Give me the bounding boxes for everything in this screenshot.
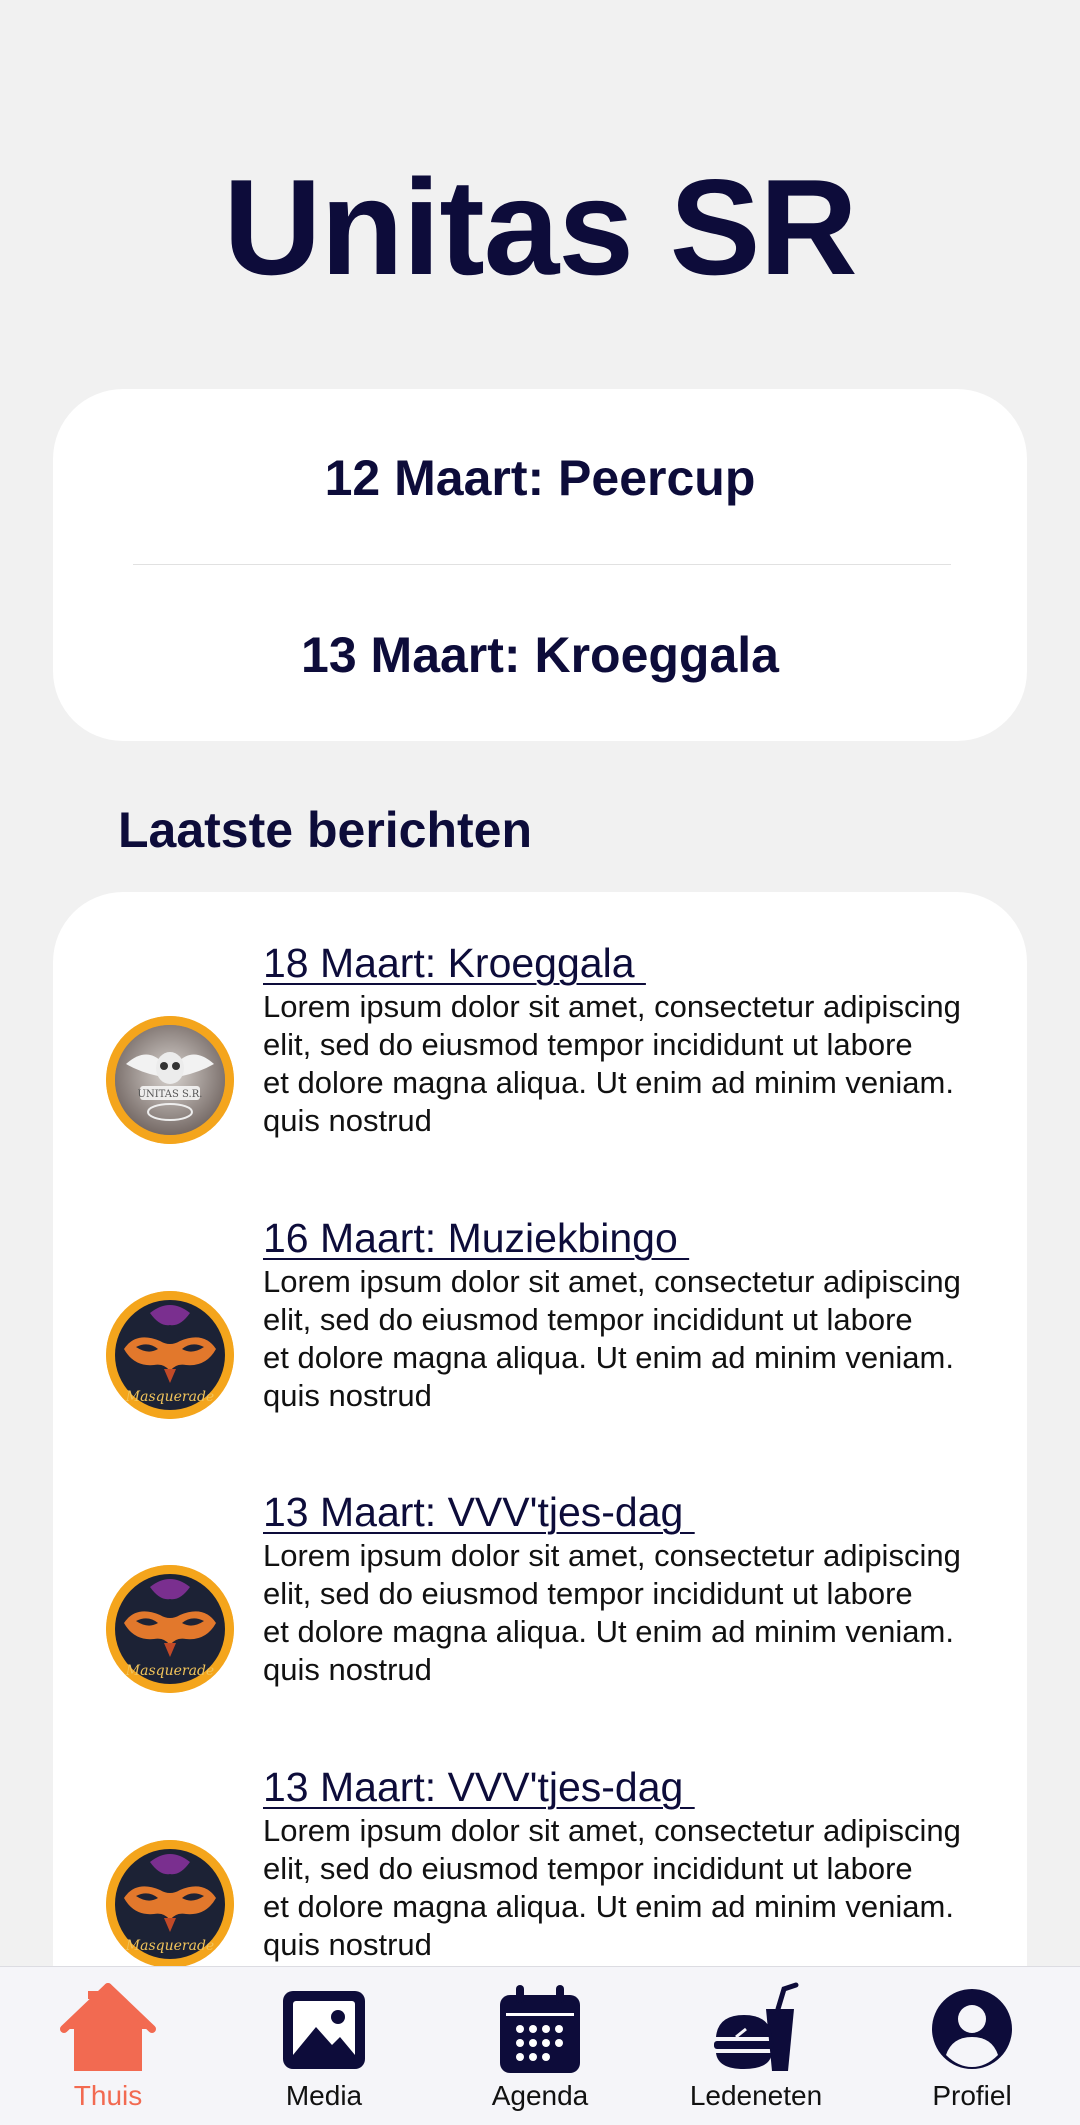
nav-label: Ledeneten (689, 2080, 823, 2111)
calendar-icon (500, 1985, 580, 2073)
nav-label: Agenda (491, 2080, 589, 2111)
fast-food-icon (714, 1982, 799, 2071)
news-item-text-line: et dolore magna aliqua. Ut enim ad minim… (263, 1614, 954, 1649)
nav-tab-ledeneten[interactable]: Ledeneten (648, 1967, 864, 2125)
nav-tab-thuis[interactable]: Thuis (0, 1967, 216, 2125)
nav-label: Profiel (932, 2080, 1012, 2111)
news-item-title[interactable]: 18 Maart: Kroeggala (263, 938, 646, 988)
news-item-title[interactable]: 16 Maart: Muziekbingo (263, 1213, 689, 1263)
divider (133, 564, 951, 565)
news-item-text-line: Lorem ipsum dolor sit amet, consectetur … (263, 1538, 961, 1573)
nav-tab-profiel[interactable]: Profiel (864, 1967, 1080, 2125)
nav-label: Thuis (73, 2080, 143, 2111)
news-item-text-line: et dolore magna aliqua. Ut enim ad minim… (263, 1889, 954, 1924)
svg-text:Masquerade: Masquerade (125, 1389, 214, 1405)
latest-posts-card: UNITAS S.R. 18 Maart: Kroeggala Lorem ip… (53, 892, 1027, 2125)
news-item-title[interactable]: 13 Maart: VVV'tjes-dag (263, 1487, 695, 1537)
news-item-text-line: Lorem ipsum dolor sit amet, consectetur … (263, 1813, 961, 1848)
news-item-text-line: quis nostrud (263, 1378, 432, 1413)
svg-text:Masquerade: Masquerade (125, 1938, 214, 1954)
news-item-text: Lorem ipsum dolor sit amet, consectetur … (263, 1263, 1023, 1415)
news-item-text: Lorem ipsum dolor sit amet, consectetur … (263, 988, 1023, 1140)
news-item-text: Lorem ipsum dolor sit amet, consectetur … (263, 1537, 1023, 1689)
news-item-text-line: Lorem ipsum dolor sit amet, consectetur … (263, 1264, 961, 1299)
bottom-navigation: Thuis Media Agenda Ledeneten Profiel (0, 1966, 1080, 2125)
home-screen: Unitas SR 12 Maart: Peercup 13 Maart: Kr… (0, 0, 1080, 2125)
news-item[interactable]: UNITAS S.R. 18 Maart: Kroeggala Lorem ip… (53, 938, 1027, 1158)
news-item-text: Lorem ipsum dolor sit amet, consectetur … (263, 1812, 1023, 1964)
news-item[interactable]: Masquerade 13 Maart: VVV'tjes-dag Lorem … (53, 1762, 1027, 1982)
home-icon (60, 1983, 156, 2071)
upcoming-event-item[interactable]: 12 Maart: Peercup (53, 448, 1027, 508)
owl-logo-image: UNITAS S.R. (106, 1016, 234, 1144)
news-item-title[interactable]: 13 Maart: VVV'tjes-dag (263, 1762, 695, 1812)
svg-text:UNITAS S.R.: UNITAS S.R. (138, 1089, 203, 1100)
masquerade-mask-image: Masquerade (106, 1565, 234, 1693)
nav-tab-agenda[interactable]: Agenda (432, 1967, 648, 2125)
svg-text:Masquerade: Masquerade (125, 1663, 214, 1679)
news-item-text-line: quis nostrud (263, 1103, 432, 1138)
masquerade-mask-image: Masquerade (106, 1840, 234, 1968)
nav-tab-media[interactable]: Media (216, 1967, 432, 2125)
upcoming-event-item[interactable]: 13 Maart: Kroeggala (53, 625, 1027, 685)
news-item-text-line: quis nostrud (263, 1652, 432, 1687)
news-item-text-line: elit, sed do eiusmod tempor incididunt u… (263, 1302, 913, 1337)
news-item-text-line: et dolore magna aliqua. Ut enim ad minim… (263, 1340, 954, 1375)
news-item-text-line: elit, sed do eiusmod tempor incididunt u… (263, 1576, 913, 1611)
news-item[interactable]: Masquerade 13 Maart: VVV'tjes-dag Lorem … (53, 1487, 1027, 1707)
profile-icon (932, 1989, 1012, 2069)
news-item[interactable]: Masquerade 16 Maart: Muziekbingo Lorem i… (53, 1213, 1027, 1433)
nav-label: Media (285, 2080, 363, 2111)
upcoming-events-card: 12 Maart: Peercup 13 Maart: Kroeggala (53, 389, 1027, 741)
app-title: Unitas SR (223, 151, 857, 303)
masquerade-mask-image: Masquerade (106, 1291, 234, 1419)
news-item-text-line: et dolore magna aliqua. Ut enim ad minim… (263, 1065, 954, 1100)
news-item-text-line: elit, sed do eiusmod tempor incididunt u… (263, 1027, 913, 1062)
news-item-text-line: quis nostrud (263, 1927, 432, 1962)
latest-posts-heading: Laatste berichten (118, 802, 533, 858)
image-icon (283, 1991, 365, 2069)
news-item-text-line: elit, sed do eiusmod tempor incididunt u… (263, 1851, 913, 1886)
news-item-text-line: Lorem ipsum dolor sit amet, consectetur … (263, 989, 961, 1024)
